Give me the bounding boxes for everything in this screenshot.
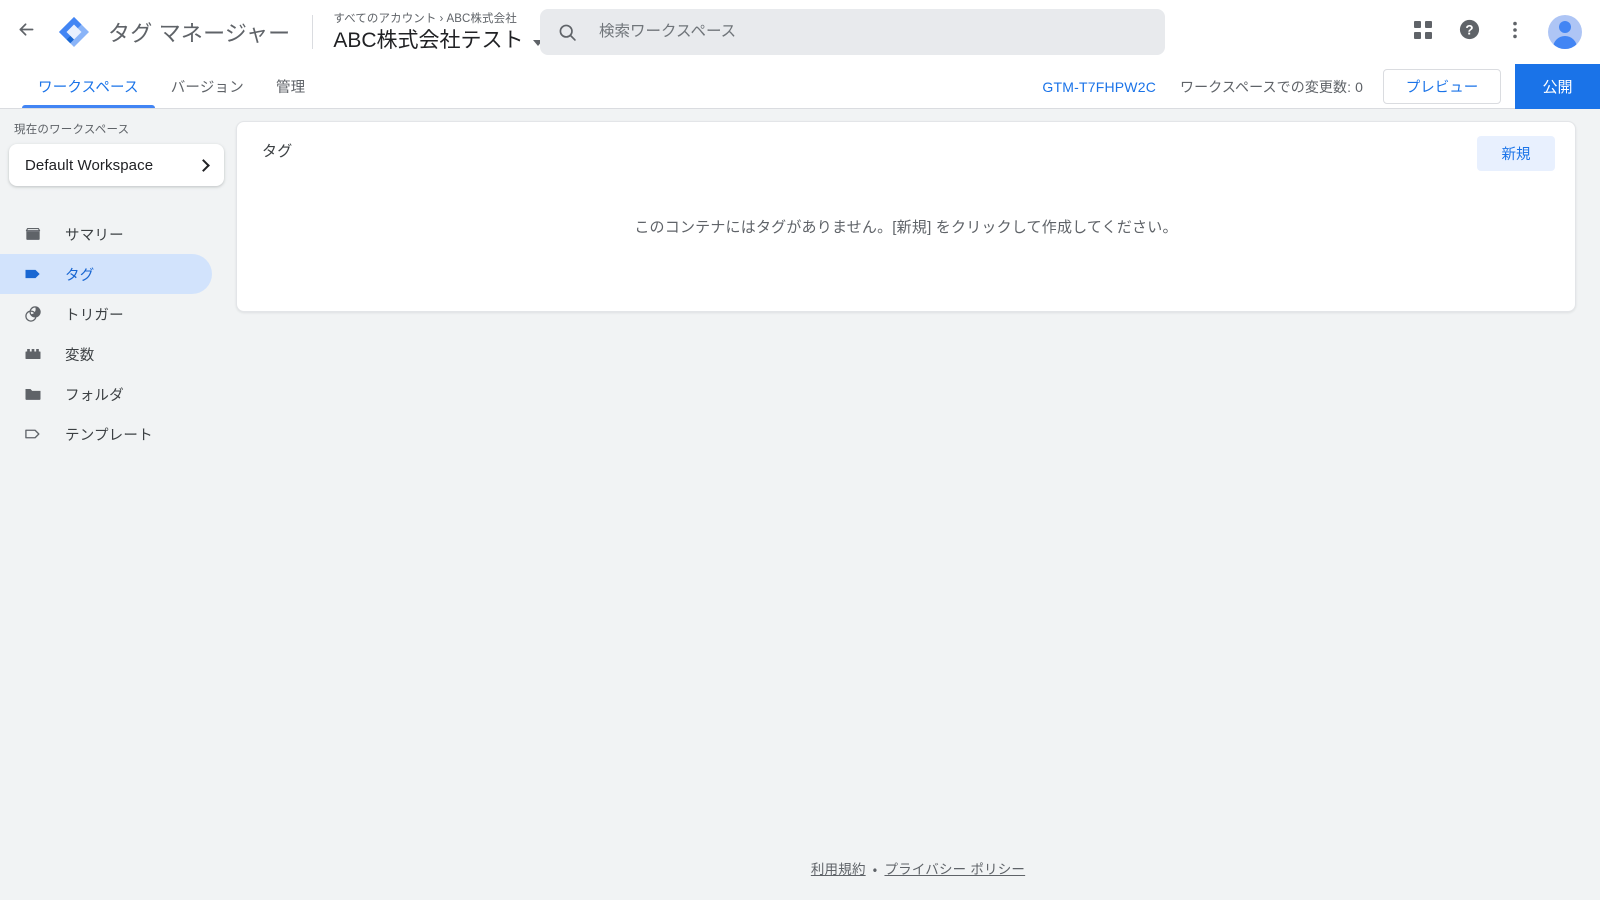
tab-admin[interactable]: 管理	[260, 64, 321, 108]
search-icon	[557, 21, 579, 43]
sidebar-nav: サマリー タグ トリガー 変数 フォルダ テンプレート	[0, 214, 236, 454]
trigger-circles-icon	[22, 303, 44, 325]
tabbar-actions: GTM-T7FHPW2C ワークスペースでの変更数: 0 プレビュー 公開	[1042, 64, 1600, 109]
container-name: ABC株式会社テスト	[333, 28, 524, 52]
sidebar-item-summary[interactable]: サマリー	[0, 214, 212, 254]
page-body: 現在のワークスペース Default Workspace サマリー タグ トリガ…	[0, 109, 1600, 899]
more-vert-icon	[1505, 20, 1525, 45]
footer: 利用規約・プライバシー ポリシー	[236, 858, 1600, 878]
container-name-row[interactable]: ABC株式会社テスト	[333, 27, 543, 55]
breadcrumb-all-accounts[interactable]: すべてのアカウント	[333, 13, 436, 25]
back-button[interactable]	[6, 12, 46, 52]
sidebar-item-folders[interactable]: フォルダ	[0, 374, 212, 414]
privacy-policy-link[interactable]: プライバシー ポリシー	[884, 862, 1025, 877]
footer-separator: ・	[872, 862, 878, 877]
svg-text:?: ?	[1465, 22, 1473, 37]
tab-workspace-label: ワークスペース	[38, 79, 139, 96]
variable-brick-icon	[22, 343, 44, 365]
product-title: タグ マネージャー	[108, 21, 291, 46]
more-options-button[interactable]	[1494, 11, 1536, 53]
workspace-name: Default Workspace	[25, 156, 154, 174]
user-avatar-body	[1553, 36, 1577, 49]
search-input[interactable]	[599, 9, 1119, 55]
preview-button[interactable]: プレビュー	[1383, 69, 1501, 104]
workspace-selector[interactable]: Default Workspace	[9, 144, 224, 186]
tag-manager-logo-icon	[56, 14, 92, 50]
header-divider	[312, 15, 314, 49]
tab-versions[interactable]: バージョン	[155, 64, 260, 108]
empty-state-message: このコンテナにはタグがありません。[新規] をクリックして作成してください。	[634, 219, 1178, 236]
tab-admin-label: 管理	[275, 79, 306, 96]
tags-card: タグ 新規 このコンテナにはタグがありません。[新規] をクリックして作成してく…	[236, 121, 1576, 312]
sidebar-item-templates-label: テンプレート	[65, 427, 153, 444]
help-question-icon: ?	[1458, 18, 1481, 46]
sidebar-item-templates[interactable]: テンプレート	[0, 414, 212, 454]
help-button[interactable]: ?	[1448, 11, 1490, 53]
tab-workspace[interactable]: ワークスペース	[22, 64, 155, 108]
terms-of-service-link[interactable]: 利用規約	[811, 862, 866, 877]
breadcrumb-separator-icon: ›	[439, 12, 444, 25]
user-avatar-icon	[1559, 21, 1571, 33]
sidebar-item-triggers[interactable]: トリガー	[0, 294, 212, 334]
top-app-bar: タグ マネージャー すべてのアカウント›ABC株式会社 ABC株式会社テスト	[0, 0, 1600, 64]
current-workspace-label: 現在のワークスペース	[14, 124, 130, 136]
tag-icon	[22, 263, 44, 285]
sidebar-item-tags-label: タグ	[65, 267, 95, 284]
back-arrow-icon	[16, 19, 37, 45]
google-apps-grid-icon	[1413, 20, 1433, 45]
sidebar: 現在のワークスペース Default Workspace サマリー タグ トリガ…	[0, 109, 236, 899]
tab-list: ワークスペース バージョン 管理	[22, 64, 321, 108]
container-selector[interactable]: すべてのアカウント › ABC株式会社 ABC株式会社テスト	[333, 10, 543, 55]
sidebar-item-folders-label: フォルダ	[65, 387, 124, 404]
sidebar-item-triggers-label: トリガー	[65, 307, 124, 324]
page-title: タグ	[262, 143, 293, 160]
search-box[interactable]	[540, 9, 1165, 55]
tab-versions-label: バージョン	[170, 79, 244, 96]
brand-home-link[interactable]: タグ マネージャー	[56, 14, 290, 50]
container-id[interactable]: GTM-T7FHPW2C	[1042, 79, 1156, 95]
avatar[interactable]	[1548, 15, 1582, 49]
folder-icon	[22, 383, 44, 405]
sidebar-item-tags[interactable]: タグ	[0, 254, 212, 294]
main-content: タグ 新規 このコンテナにはタグがありません。[新規] をクリックして作成してく…	[236, 109, 1600, 899]
chevron-right-icon	[197, 158, 210, 172]
new-tag-button[interactable]: 新規	[1477, 136, 1555, 171]
sidebar-item-summary-label: サマリー	[65, 227, 124, 244]
header-actions: ?	[1402, 0, 1586, 64]
sidebar-item-variables[interactable]: 変数	[0, 334, 212, 374]
search-container	[540, 9, 1165, 55]
template-tag-outline-icon	[22, 423, 44, 445]
sidebar-item-variables-label: 変数	[65, 347, 95, 364]
workspace-tabbar: ワークスペース バージョン 管理 GTM-T7FHPW2C ワークスペースでの変…	[0, 64, 1600, 109]
breadcrumb-account[interactable]: ABC株式会社	[446, 13, 516, 25]
breadcrumb: すべてのアカウント › ABC株式会社	[333, 12, 542, 27]
google-apps-button[interactable]	[1402, 11, 1444, 53]
workspace-changes-count: ワークスペースでの変更数: 0	[1180, 78, 1363, 95]
publish-button[interactable]: 公開	[1515, 64, 1600, 109]
summary-box-icon	[22, 223, 44, 245]
